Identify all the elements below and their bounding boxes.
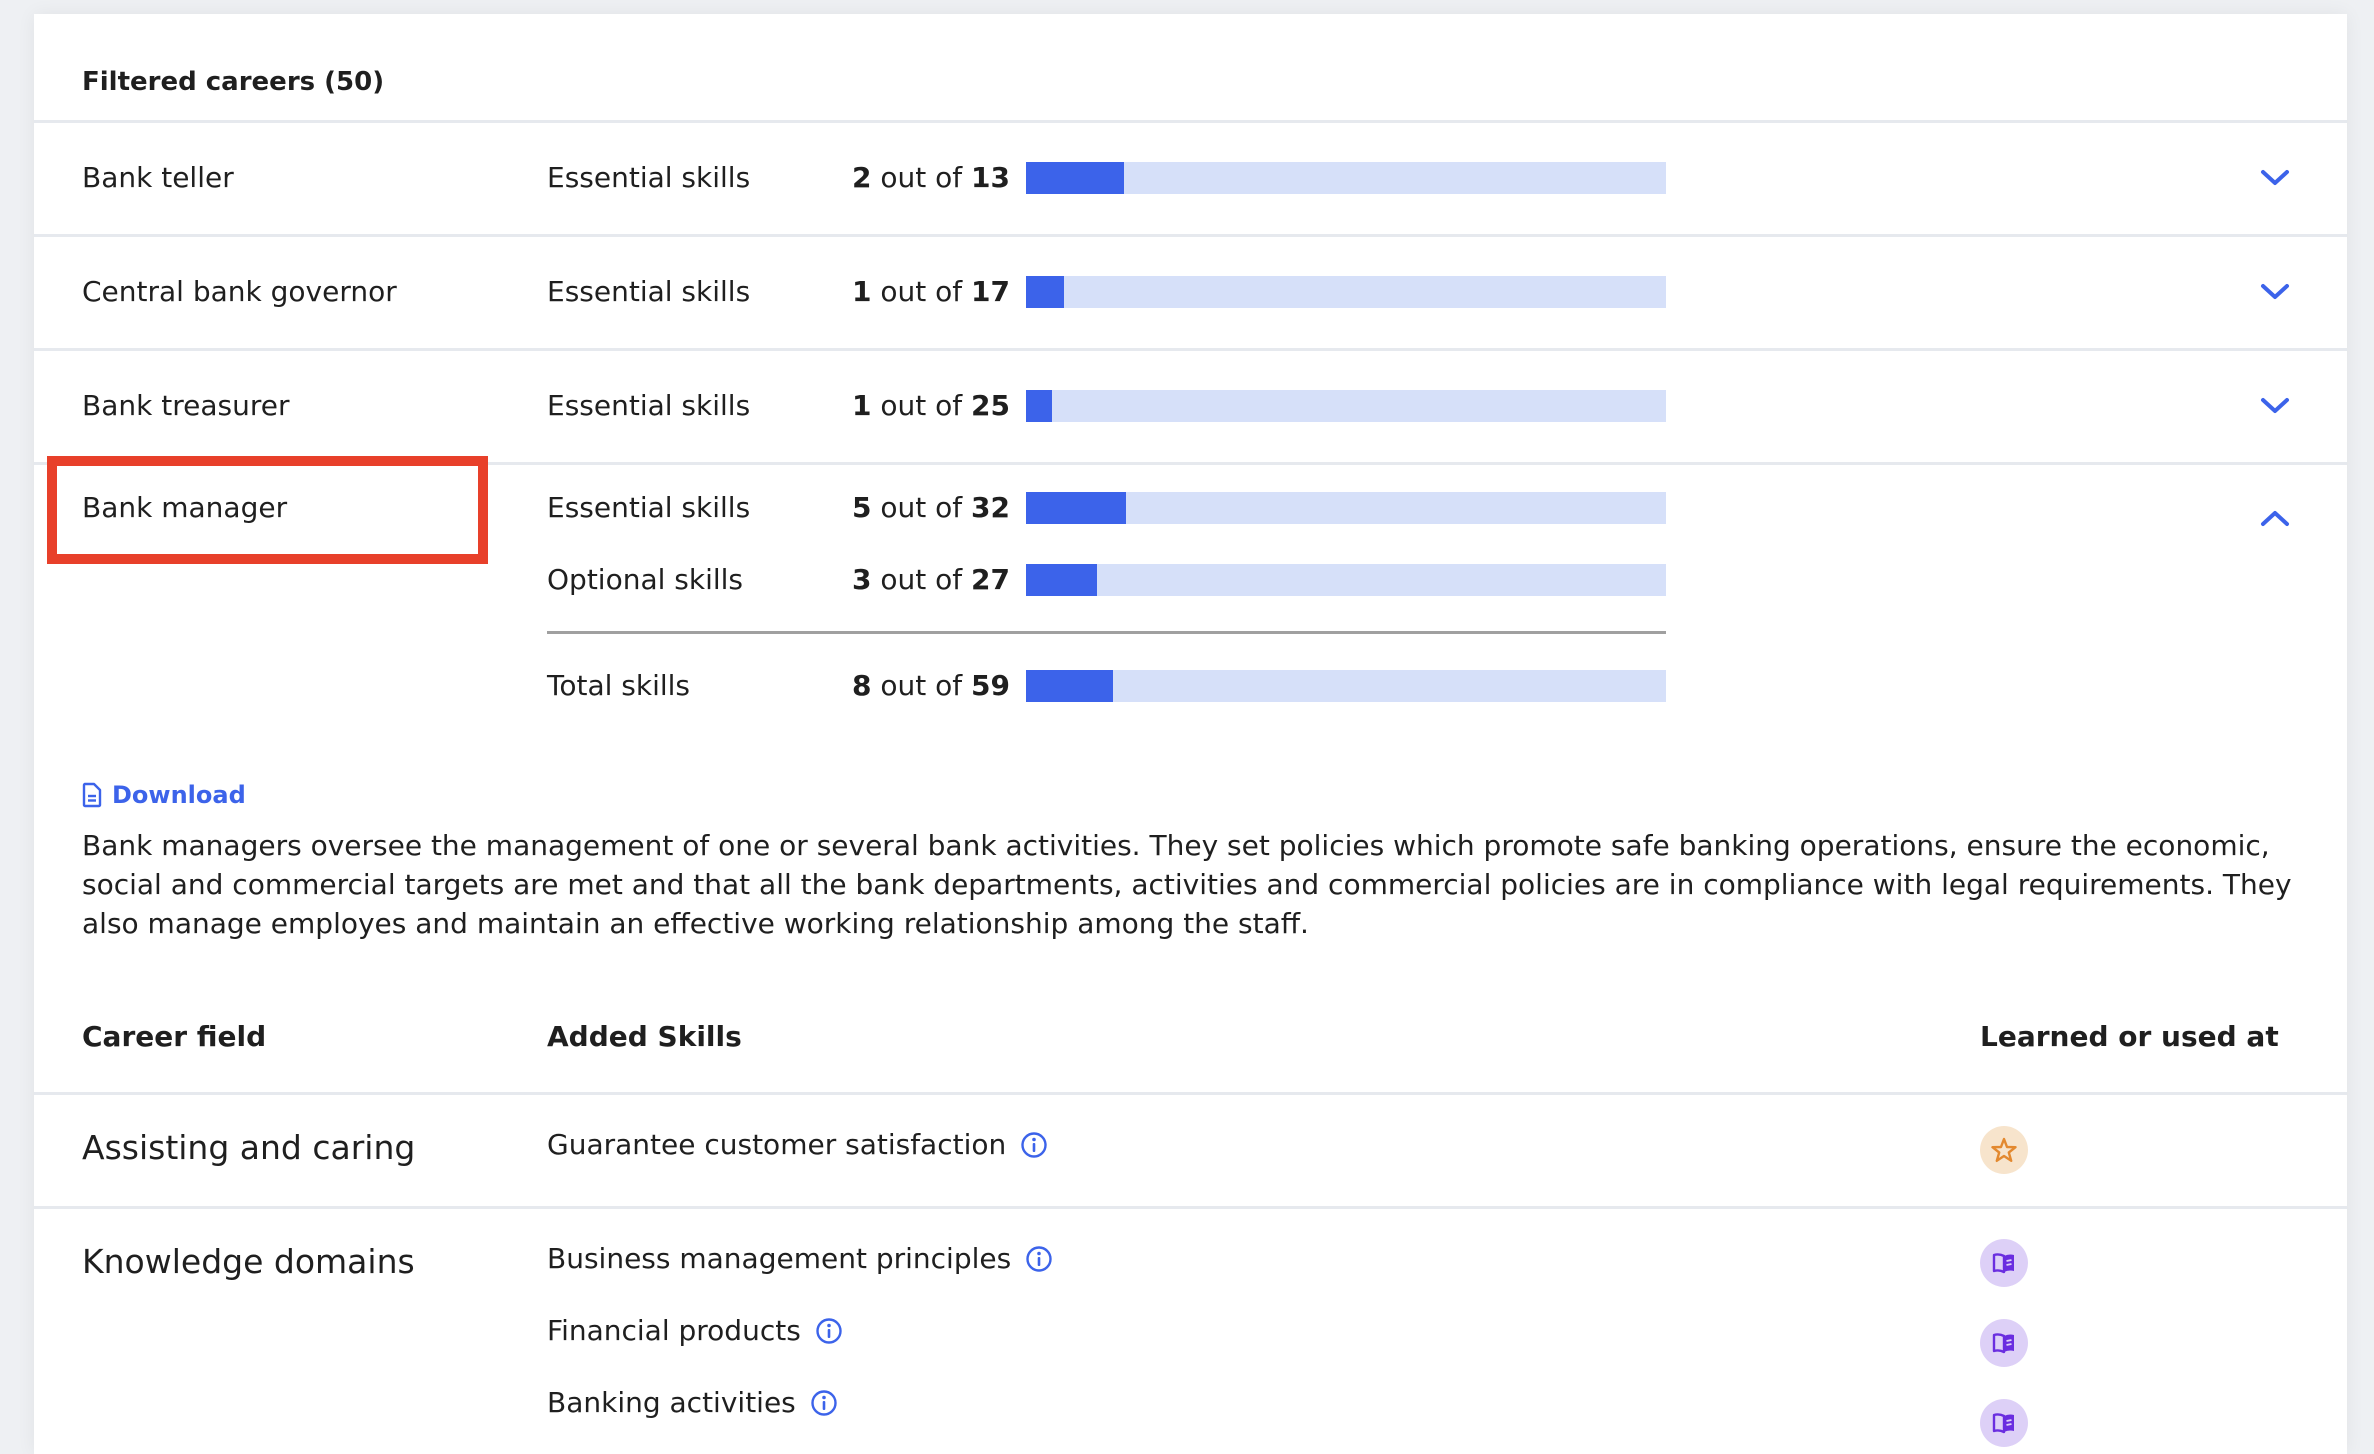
- total-count: 8 out of 59: [710, 669, 1010, 703]
- count-total: 13: [971, 161, 1010, 194]
- count-have: 2: [852, 161, 872, 194]
- source-badge: [1980, 1319, 2028, 1367]
- count-middle: out of: [871, 563, 972, 596]
- count-total: 25: [971, 389, 1010, 422]
- count-total: 32: [971, 491, 1010, 524]
- career-name[interactable]: Bank teller: [82, 161, 234, 195]
- expand-button[interactable]: [2260, 396, 2290, 416]
- collapse-button[interactable]: [2260, 508, 2290, 528]
- total-label: Total skills: [547, 669, 691, 702]
- count-have: 1: [852, 275, 872, 308]
- count-have: 5: [852, 491, 872, 524]
- info-icon[interactable]: [1025, 1245, 1053, 1273]
- count-have: 1: [852, 389, 872, 422]
- expand-button[interactable]: [2260, 168, 2290, 188]
- skill-count: 5 out of 32: [710, 491, 1010, 525]
- progress-fill: [1026, 390, 1052, 422]
- book-icon: [1992, 1413, 2014, 1434]
- skill-item: Guarantee customer satisfaction: [547, 1128, 1048, 1162]
- skill-name: Business management principles: [547, 1242, 1012, 1275]
- career-name[interactable]: Bank treasurer: [82, 389, 289, 423]
- expand-button[interactable]: [2260, 282, 2290, 302]
- progress-fill: [1026, 276, 1064, 308]
- progress-bar: [1026, 492, 1666, 524]
- count-middle: out of: [871, 389, 972, 422]
- skill-count: 1 out of 17: [710, 275, 1010, 309]
- source-badge: [1980, 1239, 2028, 1287]
- chevron-down-icon: [2261, 170, 2289, 185]
- count-middle: out of: [871, 275, 972, 308]
- career-description: Bank managers oversee the management of …: [82, 829, 2292, 940]
- progress-fill: [1026, 162, 1125, 194]
- divider: [34, 234, 2347, 237]
- count-middle: out of: [871, 491, 972, 524]
- count-middle: out of: [871, 161, 972, 194]
- career-name[interactable]: Central bank governor: [82, 275, 397, 309]
- card-title: Filtered careers (50): [82, 67, 385, 97]
- career-field-name: Knowledge domains: [82, 1242, 415, 1281]
- skill-name: Guarantee customer satisfaction: [547, 1128, 1007, 1161]
- column-header-added-skills: Added Skills: [547, 1020, 742, 1053]
- skill-item: Business management principles: [547, 1242, 1053, 1276]
- star-icon: [1991, 1137, 2017, 1162]
- divider: [34, 120, 2347, 123]
- progress-bar: [1026, 276, 1666, 308]
- skill-name: Banking activities: [547, 1386, 796, 1419]
- count-have: 8: [852, 669, 872, 702]
- count-total: 27: [971, 563, 1010, 596]
- skill-count: 3 out of 27: [710, 563, 1010, 597]
- skill-name: Financial products: [547, 1314, 801, 1347]
- skill-item: Banking activities: [547, 1386, 838, 1420]
- career-field-name: Assisting and caring: [82, 1128, 416, 1167]
- column-header-career-field: Career field: [82, 1020, 267, 1053]
- total-separator: [547, 631, 1666, 634]
- progress-bar: [1026, 162, 1666, 194]
- divider: [34, 1092, 2347, 1095]
- divider: [34, 1206, 2347, 1209]
- progress-bar: [1026, 390, 1666, 422]
- progress-fill: [1026, 492, 1127, 524]
- book-icon: [1992, 1253, 2014, 1274]
- count-total: 59: [971, 669, 1010, 702]
- info-icon[interactable]: [815, 1317, 843, 1345]
- chevron-down-icon: [2261, 398, 2289, 413]
- info-icon[interactable]: [810, 1389, 838, 1417]
- divider: [34, 348, 2347, 351]
- skill-count: 1 out of 25: [710, 389, 1010, 423]
- count-middle: out of: [871, 669, 972, 702]
- skill-count: 2 out of 13: [710, 161, 1010, 195]
- progress-bar: [1026, 564, 1666, 596]
- total-progress-bar: [1026, 670, 1666, 702]
- filtered-careers-card: Filtered careers (50) Bank teller Essent…: [34, 14, 2347, 1454]
- skill-item: Financial products: [547, 1314, 843, 1348]
- info-icon[interactable]: [1020, 1131, 1048, 1159]
- career-name[interactable]: Bank manager: [82, 491, 287, 525]
- source-badge: [1980, 1126, 2028, 1174]
- download-link[interactable]: Download: [82, 780, 246, 810]
- chevron-up-icon: [2261, 511, 2289, 526]
- chevron-down-icon: [2261, 284, 2289, 299]
- book-icon: [1992, 1333, 2014, 1354]
- count-have: 3: [852, 563, 872, 596]
- column-header-learned-at: Learned or used at: [1980, 1020, 2279, 1053]
- count-total: 17: [971, 275, 1010, 308]
- download-label: Download: [112, 781, 246, 809]
- progress-fill: [1026, 670, 1113, 702]
- document-icon: [82, 782, 102, 808]
- progress-fill: [1026, 564, 1098, 596]
